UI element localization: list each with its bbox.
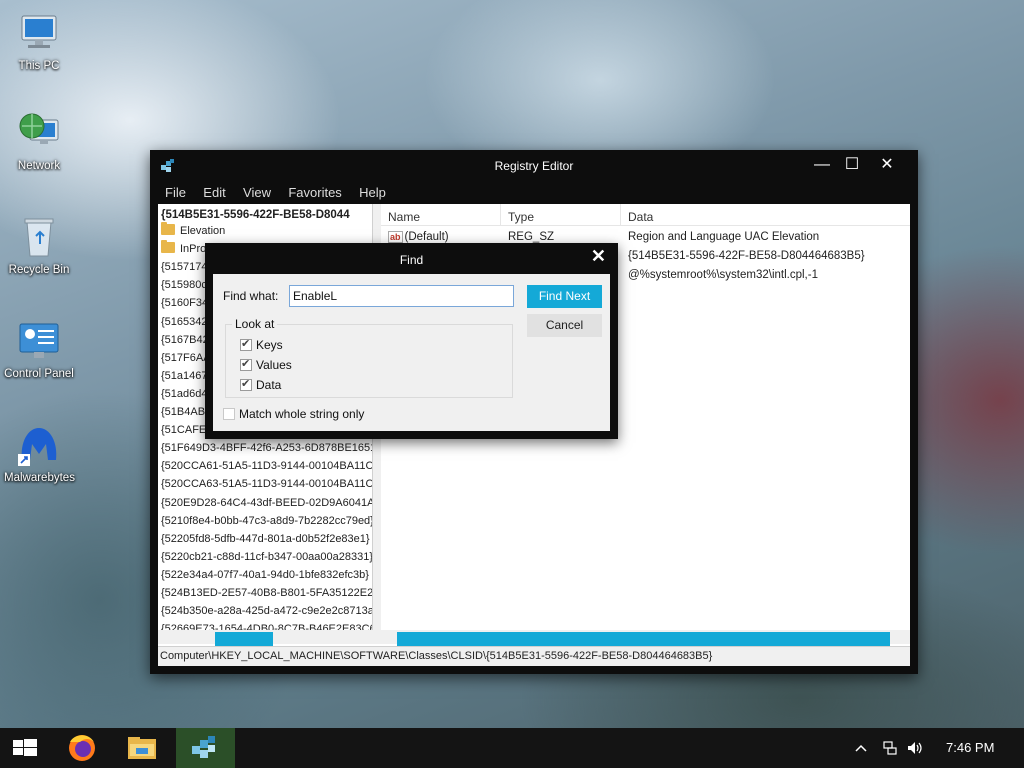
menu-help[interactable]: Help [352,182,393,200]
checkbox-checked-icon[interactable] [240,337,252,351]
folder-icon [161,240,175,254]
menu-file[interactable]: File [158,182,193,200]
control-panel-icon [16,318,62,364]
checkbox-unchecked-icon[interactable] [223,408,235,420]
recycle-bin-icon [16,214,62,260]
find-what-label: Find what: [223,289,279,303]
string-value-icon: ab [388,231,403,243]
menu-view[interactable]: View [236,182,278,200]
window-title: Registry Editor [494,159,574,173]
value-data: @%systemroot%\system32\intl.cpl,-1 [628,269,818,281]
tree-key-item[interactable]: {524B13ED-2E57-40B8-B801-5FA35122E2A8} [158,584,372,602]
volume-icon[interactable] [906,740,924,756]
folder-icon [161,222,175,236]
desktop-icon-label: Control Panel [4,368,74,380]
close-button[interactable]: ✕ [872,154,902,176]
value-name: (Default) [404,231,449,243]
tree-key-item[interactable]: {5210f8e4-b0bb-47c3-a8d9-7b2282cc79ed} [158,512,372,530]
network-icon[interactable] [882,740,898,756]
checkbox-label: Values [256,358,292,372]
values-checkbox[interactable]: Values [240,357,292,372]
checkbox-checked-icon[interactable] [240,377,252,391]
desktop-icon-malwarebytes[interactable]: Malwarebytes [4,422,75,484]
taskbar-firefox[interactable] [54,728,110,768]
match-whole-string-checkbox[interactable]: Match whole string only [223,407,364,421]
cancel-button[interactable]: Cancel [527,314,602,337]
status-bar-path: Computer\HKEY_LOCAL_MACHINE\SOFTWARE\Cla… [158,646,910,666]
value-data: Region and Language UAC Elevation [628,231,820,243]
tree-key-item[interactable]: {520CCA63-51A5-11D3-9144-00104BA11C5E} [158,475,372,493]
desktop-icon-label: Malwarebytes [4,472,75,484]
scrollbar-thumb[interactable] [215,632,273,646]
desktop-icon-network[interactable]: Network [4,110,74,172]
desktop-icon-recycle-bin[interactable]: Recycle Bin [4,214,74,276]
taskbar-registry-editor[interactable] [176,728,235,768]
system-tray: 7:46 PM [854,728,1024,768]
computer-icon [16,10,62,56]
firefox-icon [69,735,95,761]
desktop-icon-label: Recycle Bin [8,264,70,276]
dialog-title: Find [399,253,424,267]
checkbox-label: Data [256,378,282,392]
menu-favorites[interactable]: Favorites [281,182,348,200]
tree-key-item[interactable]: {5220cb21-c88d-11cf-b347-00aa00a28331} [158,548,372,566]
tree-key-item[interactable]: {520CCA61-51A5-11D3-9144-00104BA11C5E} [158,457,372,475]
list-header: Name Type Data [381,204,910,226]
desktop-icon-label: Network [17,160,61,172]
menu-bar: File Edit View Favorites Help [158,182,910,204]
taskbar: 7:46 PM [0,728,1024,768]
registry-editor-icon [192,736,215,758]
look-at-group: Look at Keys Values Data [225,317,513,398]
desktop-icon-label: This PC [18,60,60,72]
checkbox-label: Match whole string only [239,407,365,421]
data-checkbox[interactable]: Data [240,377,282,392]
find-what-input[interactable] [289,285,514,307]
taskbar-file-explorer[interactable] [114,728,170,768]
dialog-body: Find what: Find Next Cancel Look at Keys… [213,274,610,431]
maximize-button[interactable]: ☐ [837,154,867,176]
checkbox-checked-icon[interactable] [240,357,252,371]
close-icon[interactable]: ✕ [591,246,606,267]
folder-icon [128,737,156,759]
value-data: {514B5E31-5596-422F-BE58-D804464683B5} [628,250,865,262]
minimize-button[interactable]: — [807,154,837,176]
tree-folder-elevation[interactable]: Elevation [158,222,372,240]
desktop-icon-this-pc[interactable]: This PC [4,10,74,72]
checkbox-label: Keys [256,338,283,352]
tree-key-item[interactable]: {524b350e-a28a-425d-a472-c9e2e2c8713a} [158,602,372,620]
windows-logo-icon [13,739,37,756]
chevron-up-icon[interactable] [854,742,868,754]
find-next-button[interactable]: Find Next [527,285,602,308]
list-horizontal-scrollbar[interactable] [381,630,910,646]
desktop-icon-control-panel[interactable]: Control Panel [4,318,74,380]
tree-key-item[interactable]: {522e34a4-07f7-40a1-94d0-1bfe832efc3b} [158,566,372,584]
column-type[interactable]: Type [501,204,621,225]
title-bar[interactable]: Registry Editor — ☐ ✕ [150,150,918,182]
column-data[interactable]: Data [621,204,910,225]
column-name[interactable]: Name [381,204,501,225]
look-at-label: Look at [232,317,278,331]
malwarebytes-icon [16,422,62,468]
start-button[interactable] [0,728,50,768]
tree-key-item[interactable]: {520E9D28-64C4-43df-BEED-02D9A6041A7B} [158,494,372,512]
tree-key-item[interactable]: {51F649D3-4BFF-42f6-A253-6D878BE1651D} [158,439,372,457]
menu-edit[interactable]: Edit [196,182,232,200]
clock[interactable]: 7:46 PM [946,740,994,755]
tree-folder-label: Elevation [180,225,226,238]
network-icon [16,110,62,156]
tree-horizontal-scrollbar[interactable] [158,630,373,646]
find-dialog: Find ✕ Find what: Find Next Cancel Look … [205,243,618,439]
tree-selected-key[interactable]: {514B5E31-5596-422F-BE58-D8044 [158,204,372,222]
keys-checkbox[interactable]: Keys [240,337,283,352]
scrollbar-thumb[interactable] [397,632,890,646]
tree-key-item[interactable]: {52205fd8-5dfb-447d-801a-d0b52f2e83e1} [158,530,372,548]
